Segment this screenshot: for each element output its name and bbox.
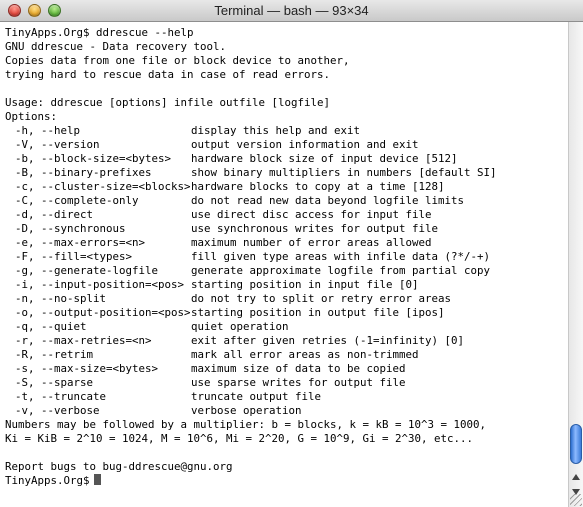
option-description: do not read new data beyond logfile limi… bbox=[191, 194, 465, 207]
option-row: -h, --help display this help and exit bbox=[5, 124, 568, 138]
option-description: fill given type areas with infile data (… bbox=[191, 250, 491, 263]
option-row: -B, --binary-prefixes show binary multipl… bbox=[5, 166, 568, 180]
option-row: -g, --generate-logfile generate approxima… bbox=[5, 264, 568, 278]
prompt-line: TinyApps.Org$ bbox=[5, 474, 568, 488]
option-flag: -v, --verbose bbox=[15, 404, 100, 417]
option-flag: -e, --max-errors=<n> bbox=[15, 236, 146, 249]
option-flag: -c, --cluster-size=<blocks> bbox=[15, 180, 191, 193]
option-description: maximum number of error areas allowed bbox=[191, 236, 432, 249]
option-flag: -S, --sparse bbox=[15, 376, 94, 389]
intro-line: Copies data from one file or block devic… bbox=[5, 54, 350, 67]
scroll-thumb[interactable] bbox=[570, 424, 582, 464]
terminal-output[interactable]: TinyApps.Org$ ddrescue --help GNU ddresc… bbox=[0, 22, 568, 507]
text-cursor bbox=[93, 474, 101, 485]
terminal-window: Terminal — bash — 93×34 TinyApps.Org$ dd… bbox=[0, 0, 583, 507]
window-title: Terminal — bash — 93×34 bbox=[214, 3, 369, 18]
option-flag: -q, --quiet bbox=[15, 320, 87, 333]
option-description: quiet operation bbox=[191, 320, 289, 333]
option-description: starting position in output file [ipos] bbox=[191, 306, 445, 319]
option-row: -e, --max-errors=<n> maximum number of er… bbox=[5, 236, 568, 250]
option-row: -F, --fill=<types> fill given type areas … bbox=[5, 250, 568, 264]
option-description: use synchronous writes for output file bbox=[191, 222, 439, 235]
option-flag: -V, --version bbox=[15, 138, 100, 151]
multiplier-line: Ki = KiB = 2^10 = 1024, M = 10^6, Mi = 2… bbox=[5, 432, 474, 445]
option-description: hardware block size of input device [512… bbox=[191, 152, 458, 165]
option-row: -b, --block-size=<bytes> hardware block s… bbox=[5, 152, 568, 166]
option-row: -C, --complete-only do not read new data … bbox=[5, 194, 568, 208]
intro-line: GNU ddrescue - Data recovery tool. bbox=[5, 40, 227, 53]
usage-line: Usage: ddrescue [options] infile outfile… bbox=[5, 96, 331, 109]
option-description: exit after given retries (-1=infinity) [… bbox=[191, 334, 465, 347]
option-flag: -D, --synchronous bbox=[15, 222, 126, 235]
option-description: hardware blocks to copy at a time [128] bbox=[191, 180, 445, 193]
option-flag: -R, --retrim bbox=[15, 348, 94, 361]
option-flag: -F, --fill=<types> bbox=[15, 250, 133, 263]
option-flag: -i, --input-position=<pos> bbox=[15, 278, 185, 291]
option-row: -c, --cluster-size=<blocks>hardware bloc… bbox=[5, 180, 568, 194]
option-row: -s, --max-size=<bytes> maximum size of da… bbox=[5, 362, 568, 376]
command: ddrescue --help bbox=[96, 26, 194, 39]
options-header: Options: bbox=[5, 110, 58, 123]
option-description: starting position in input file [0] bbox=[191, 278, 419, 291]
option-flag: -d, --direct bbox=[15, 208, 94, 221]
options-list: -h, --help display this help and exit -V, … bbox=[5, 124, 568, 418]
option-row: -i, --input-position=<pos> starting posit… bbox=[5, 278, 568, 292]
option-description: generate approximate logfile from partia… bbox=[191, 264, 491, 277]
option-flag: -h, --help bbox=[15, 124, 81, 137]
option-row: -v, --verbose verbose operation bbox=[5, 404, 568, 418]
option-description: show binary multipliers in numbers [defa… bbox=[191, 166, 497, 179]
prompt: TinyApps.Org$ bbox=[5, 26, 90, 39]
option-flag: -B, --binary-prefixes bbox=[15, 166, 152, 179]
option-row: -o, --output-position=<pos>starting posi… bbox=[5, 306, 568, 320]
option-description: use direct disc access for input file bbox=[191, 208, 432, 221]
option-flag: -C, --complete-only bbox=[15, 194, 139, 207]
option-row: -D, --synchronous use synchronous writes … bbox=[5, 222, 568, 236]
option-description: mark all error areas as non-trimmed bbox=[191, 348, 419, 361]
option-description: display this help and exit bbox=[191, 124, 361, 137]
option-flag: -r, --max-retries=<n> bbox=[15, 334, 152, 347]
option-description: maximum size of data to be copied bbox=[191, 362, 406, 375]
option-description: output version information and exit bbox=[191, 138, 419, 151]
option-flag: -b, --block-size=<bytes> bbox=[15, 152, 172, 165]
option-row: -t, --truncate truncate output file bbox=[5, 390, 568, 404]
title-bar[interactable]: Terminal — bash — 93×34 bbox=[0, 0, 583, 22]
intro-line: trying hard to rescue data in case of re… bbox=[5, 68, 331, 81]
scroll-up-arrow-icon[interactable] bbox=[572, 474, 580, 480]
option-row: -n, --no-split do not try to split or ret… bbox=[5, 292, 568, 306]
option-description: do not try to split or retry error areas bbox=[191, 292, 452, 305]
option-description: truncate output file bbox=[191, 390, 322, 403]
option-flag: -s, --max-size=<bytes> bbox=[15, 362, 159, 375]
option-row: -R, --retrim mark all error areas as non-… bbox=[5, 348, 568, 362]
resize-grip-icon[interactable] bbox=[570, 494, 582, 506]
option-row: -q, --quiet quiet operation bbox=[5, 320, 568, 334]
prompt: TinyApps.Org$ bbox=[5, 474, 90, 487]
option-row: -S, --sparse use sparse writes for output… bbox=[5, 376, 568, 390]
report-line: Report bugs to bug-ddrescue@gnu.org bbox=[5, 460, 233, 473]
option-row: -V, --version output version information … bbox=[5, 138, 568, 152]
option-flag: -t, --truncate bbox=[15, 390, 107, 403]
option-flag: -n, --no-split bbox=[15, 292, 107, 305]
option-row: -r, --max-retries=<n> exit after given re… bbox=[5, 334, 568, 348]
option-description: use sparse writes for output file bbox=[191, 376, 406, 389]
option-flag: -g, --generate-logfile bbox=[15, 264, 159, 277]
option-description: verbose operation bbox=[191, 404, 302, 417]
multiplier-line: Numbers may be followed by a multiplier:… bbox=[5, 418, 487, 431]
option-row: -d, --direct use direct disc access for i… bbox=[5, 208, 568, 222]
option-flag: -o, --output-position=<pos> bbox=[15, 306, 191, 319]
vertical-scrollbar[interactable] bbox=[568, 22, 583, 507]
command-line: TinyApps.Org$ ddrescue --help bbox=[5, 26, 568, 40]
